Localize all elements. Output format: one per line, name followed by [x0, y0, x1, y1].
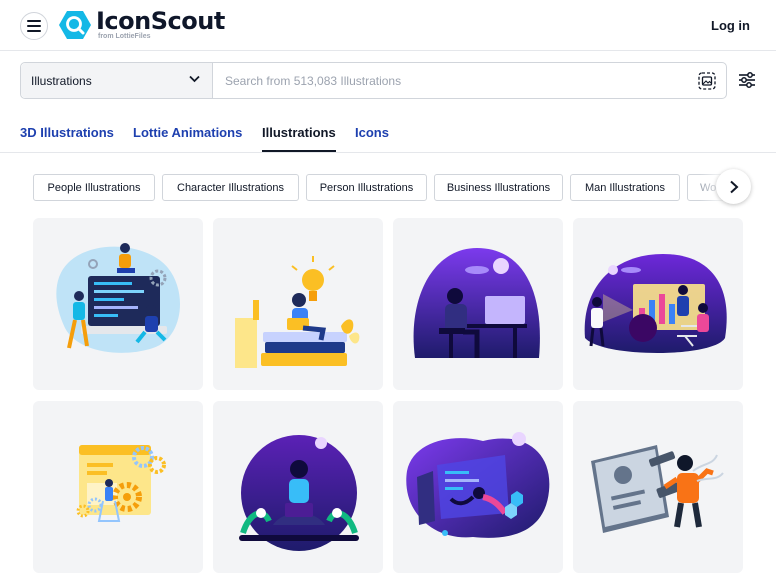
- illustration-card-man-night-desk[interactable]: [393, 218, 563, 390]
- illustration-card-business-presentation[interactable]: [573, 218, 743, 390]
- search-input[interactable]: [213, 63, 726, 98]
- tab-lottie-animations[interactable]: Lottie Animations: [133, 125, 242, 140]
- business-presentation-illustration: [584, 254, 727, 353]
- illustration-card-man-id-card[interactable]: [573, 401, 743, 573]
- woman-books-illustration: [235, 256, 360, 368]
- brand-name[interactable]: IconScout: [96, 7, 225, 35]
- woman-meditating-illustration: [239, 435, 359, 551]
- chip-person-illustrations[interactable]: Person Illustrations: [306, 174, 427, 201]
- magnifier-logo-icon[interactable]: [59, 10, 91, 40]
- brand-subtitle: from LottieFiles: [98, 33, 151, 40]
- illustration-card-woman-books[interactable]: [213, 218, 383, 390]
- tab-3d-illustrations[interactable]: 3D Illustrations: [20, 125, 114, 140]
- chevron-right-icon: [729, 180, 738, 193]
- asset-tabs: 3D Illustrations Lottie Animations Illus…: [0, 113, 776, 153]
- illustration-card-woman-meditating[interactable]: [213, 401, 383, 573]
- filter-sliders-icon[interactable]: [738, 71, 756, 89]
- image-search-icon[interactable]: [698, 72, 716, 90]
- chips-next-button[interactable]: [716, 169, 751, 204]
- chip-business-illustrations[interactable]: Business Illustrations: [434, 174, 563, 201]
- woman-portal-illustration: [406, 432, 550, 538]
- chip-man-illustrations[interactable]: Man Illustrations: [570, 174, 680, 201]
- search-bar: Illustrations: [20, 62, 727, 99]
- man-id-card-illustration: [591, 445, 724, 533]
- chip-character-illustrations[interactable]: Character Illustrations: [162, 174, 299, 201]
- illustration-card-web-settings[interactable]: [33, 401, 203, 573]
- login-link[interactable]: Log in: [711, 18, 750, 33]
- man-night-desk-illustration: [413, 248, 540, 358]
- illustration-card-woman-portal[interactable]: [393, 401, 563, 573]
- developer-team-illustration: [56, 243, 180, 353]
- top-header: IconScout from LottieFiles Log in: [0, 0, 776, 51]
- hamburger-icon: [27, 20, 41, 32]
- menu-button[interactable]: [20, 12, 48, 40]
- illustration-card-developer-team[interactable]: [33, 218, 203, 390]
- web-settings-illustration: [76, 445, 166, 522]
- asset-type-value: Illustrations: [31, 73, 92, 88]
- chip-people-illustrations[interactable]: People Illustrations: [33, 174, 155, 201]
- tab-icons[interactable]: Icons: [355, 125, 389, 140]
- tab-illustrations[interactable]: Illustrations: [262, 125, 336, 152]
- asset-type-select[interactable]: Illustrations: [21, 63, 213, 98]
- chevron-down-icon: [189, 75, 200, 83]
